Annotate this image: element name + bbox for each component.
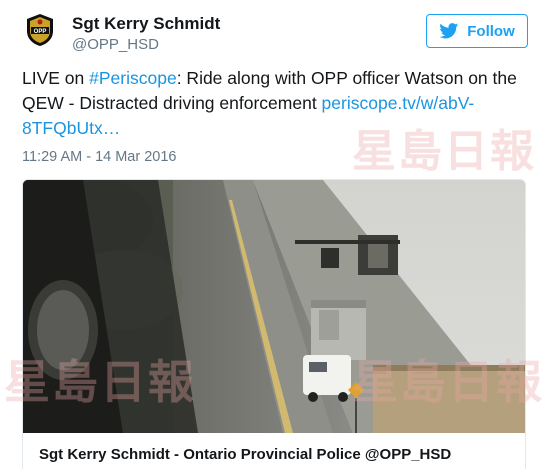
tweet-text-prefix: LIVE on	[22, 68, 90, 88]
media-card[interactable]: Sgt Kerry Schmidt - Ontario Provincial P…	[22, 179, 526, 469]
avatar-badge-text: OPP	[34, 29, 47, 35]
author-handle[interactable]: @OPP_HSD	[72, 36, 159, 53]
author-display-name[interactable]: Sgt Kerry Schmidt	[72, 14, 220, 34]
hashtag-link[interactable]: #Periscope	[89, 68, 177, 88]
tweet-timestamp[interactable]: 11:29 AM - 14 Mar 2016	[22, 149, 177, 165]
opp-badge-icon: OPP	[22, 12, 58, 48]
tweet-header: OPP Sgt Kerry Schmidt @OPP_HSD Follow	[22, 12, 532, 60]
follow-button[interactable]: Follow	[426, 14, 528, 48]
card-caption[interactable]: Sgt Kerry Schmidt - Ontario Provincial P…	[39, 446, 451, 463]
twitter-bird-icon	[439, 23, 459, 39]
follow-button-label: Follow	[467, 22, 515, 40]
dashcam-road-image	[23, 180, 525, 433]
tweet-text: LIVE on #Periscope: Ride along with OPP …	[22, 66, 532, 141]
avatar[interactable]: OPP	[22, 12, 58, 48]
card-photo[interactable]	[23, 180, 525, 433]
